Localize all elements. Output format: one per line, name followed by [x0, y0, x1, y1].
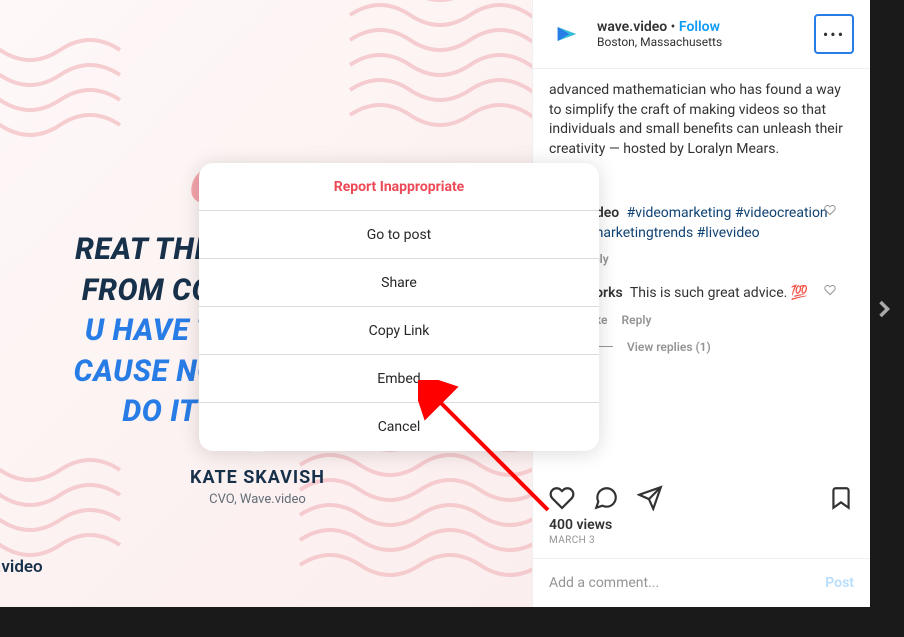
share-button[interactable]: Share [199, 259, 599, 307]
options-modal: Report Inappropriate Go to post Share Co… [199, 163, 599, 451]
embed-button[interactable]: Embed [199, 355, 599, 403]
next-post-button[interactable] [870, 295, 898, 323]
copy-link-button[interactable]: Copy Link [199, 307, 599, 355]
go-to-post-button[interactable]: Go to post [199, 211, 599, 259]
cancel-button[interactable]: Cancel [199, 403, 599, 451]
report-button[interactable]: Report Inappropriate [199, 163, 599, 211]
